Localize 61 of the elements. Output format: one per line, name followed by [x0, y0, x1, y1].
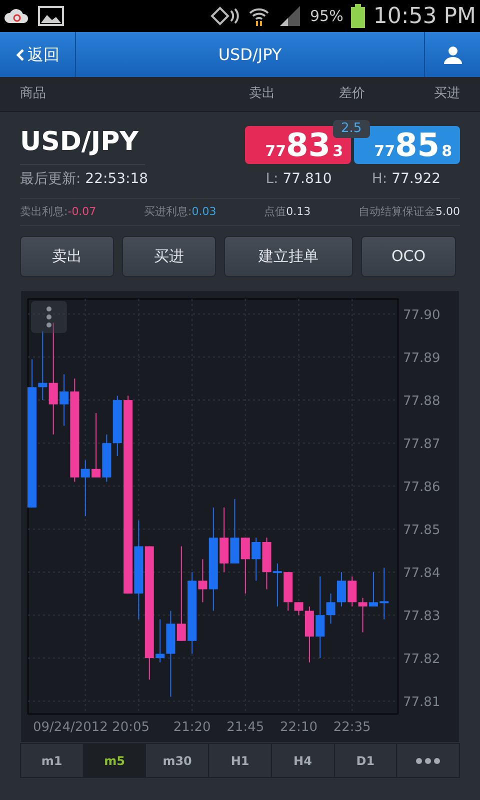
- stat-text: 点值0.13: [264, 204, 311, 220]
- candle: [368, 572, 378, 607]
- axis-label: 77.86: [403, 480, 440, 496]
- axis-label: 77.90: [403, 308, 440, 324]
- column-label: 商品: [20, 85, 47, 104]
- candle: [272, 562, 282, 607]
- column-label: 差价: [339, 85, 366, 104]
- candle: [262, 537, 272, 590]
- date-label: 09/24/2012 20:05: [33, 720, 150, 735]
- stat-text: 卖出利息:-0.07: [20, 204, 96, 220]
- candle: [112, 395, 122, 456]
- axis-label: 77.83: [403, 609, 440, 624]
- more-icon: [416, 758, 440, 764]
- low-price: L: 77.810: [264, 170, 333, 189]
- candle: [230, 498, 240, 564]
- axis-label: 77.82: [403, 652, 440, 668]
- axis-label: 22:35: [333, 720, 371, 735]
- clock: 10:53 PM: [373, 2, 476, 30]
- candle: [358, 597, 368, 633]
- axis-label: 77.88: [403, 394, 440, 410]
- candle: [380, 567, 389, 620]
- action-button[interactable]: 建立挂单: [224, 236, 353, 277]
- action-button[interactable]: 卖出: [20, 236, 114, 277]
- axis-label: 77.81: [403, 695, 440, 710]
- column-label: 卖出: [249, 85, 276, 104]
- timeframe-tab[interactable]: m5: [84, 744, 146, 777]
- high-price: H: 77.922: [370, 170, 442, 189]
- battery-percent: 95%: [310, 6, 344, 27]
- axis-label: 77.87: [403, 437, 440, 452]
- axis-label: 21:45: [226, 720, 264, 735]
- cloud-icon: [4, 7, 30, 25]
- column-label: 买进: [434, 85, 460, 104]
- axis-label: 77.84: [403, 566, 440, 582]
- chevron-left-icon: [16, 48, 24, 60]
- action-button[interactable]: OCO: [361, 236, 456, 277]
- axis-label: 21:20: [173, 720, 211, 735]
- stat-text: 买进利息:0.03: [144, 204, 216, 220]
- more-icon: [46, 306, 52, 328]
- signal-icon: [278, 5, 302, 27]
- candle: [252, 537, 261, 582]
- spread-badge: 2.5: [333, 120, 370, 138]
- last-update: 最后更新: 22:53:18: [20, 170, 150, 189]
- candle: [92, 412, 101, 478]
- stat-text: 自动结算保证金5.00: [358, 204, 460, 220]
- symbol-title: USD/JPY: [20, 124, 145, 165]
- candle: [220, 507, 229, 573]
- nfc-icon: [210, 6, 240, 26]
- window-title: USD/JPY: [217, 44, 283, 66]
- candle: [102, 434, 112, 482]
- chart-menu-button[interactable]: [31, 301, 67, 333]
- image-icon: [38, 6, 64, 26]
- candle: [336, 572, 346, 607]
- action-button[interactable]: 买进: [122, 236, 216, 277]
- candle: [240, 537, 250, 594]
- user-icon: [444, 46, 462, 64]
- axis-label: 77.89: [403, 351, 440, 366]
- candle: [60, 374, 68, 426]
- candle: [348, 576, 357, 607]
- battery-icon: [351, 4, 366, 28]
- axis-label: 22:10: [280, 720, 318, 735]
- axis-label: 77.85: [403, 523, 440, 538]
